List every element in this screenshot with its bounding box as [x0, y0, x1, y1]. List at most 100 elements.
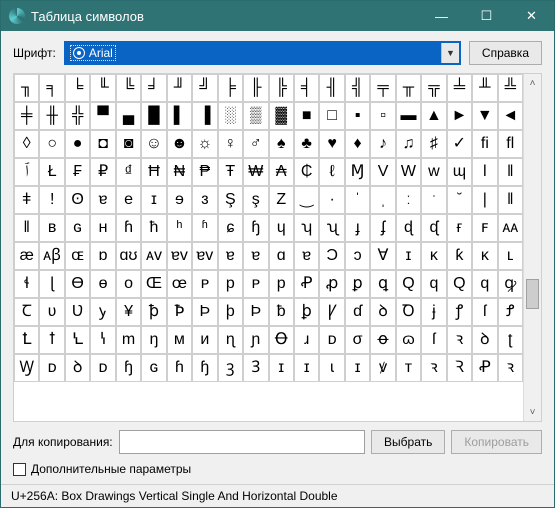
char-cell[interactable]: ɪ	[294, 354, 319, 382]
char-cell[interactable]: Œ	[141, 270, 166, 298]
char-cell[interactable]: ǂ	[14, 186, 39, 214]
char-cell[interactable]: ɧ	[116, 354, 141, 382]
char-cell[interactable]: ʙ	[39, 214, 64, 242]
char-cell[interactable]: Q	[447, 270, 472, 298]
char-cell[interactable]: ■	[294, 102, 319, 130]
char-cell[interactable]: ɷ	[396, 326, 421, 354]
char-cell[interactable]: ˈ	[345, 186, 370, 214]
char-cell[interactable]: ╣	[345, 74, 370, 102]
char-cell[interactable]: ▼	[472, 102, 497, 130]
char-cell[interactable]: ɐ	[90, 186, 115, 214]
char-cell[interactable]: w	[421, 158, 446, 186]
char-cell[interactable]: ▀	[90, 102, 115, 130]
char-cell[interactable]: e	[116, 186, 141, 214]
char-cell[interactable]: p	[269, 270, 294, 298]
char-cell[interactable]: ʄ	[370, 214, 395, 242]
char-cell[interactable]: ᴛ	[396, 354, 421, 382]
maximize-button[interactable]: ☐	[464, 1, 509, 31]
char-cell[interactable]: ◄	[498, 102, 523, 130]
char-cell[interactable]: ꝺ	[370, 298, 395, 326]
char-cell[interactable]: ₣	[65, 158, 90, 186]
char-cell[interactable]: σ	[345, 326, 370, 354]
char-cell[interactable]: ғ	[447, 214, 472, 242]
char-cell[interactable]: ħ	[141, 214, 166, 242]
char-cell[interactable]: ╘	[65, 74, 90, 102]
char-cell[interactable]: ꝇ	[90, 326, 115, 354]
char-cell[interactable]: Þ	[243, 298, 268, 326]
char-cell[interactable]: ╫	[39, 102, 64, 130]
char-cell[interactable]: ᶑ	[421, 214, 446, 242]
char-cell[interactable]: ᴘ	[243, 270, 268, 298]
char-cell[interactable]: Q	[396, 270, 421, 298]
char-cell[interactable]: █	[141, 102, 166, 130]
char-cell[interactable]: ₽	[90, 158, 115, 186]
char-cell[interactable]: Ꝋ	[269, 326, 294, 354]
char-cell[interactable]: ̆	[447, 186, 472, 214]
char-cell[interactable]: ╠	[269, 74, 294, 102]
char-cell[interactable]: ǀ	[472, 158, 497, 186]
char-cell[interactable]: ╟	[243, 74, 268, 102]
char-cell[interactable]: ╡	[294, 74, 319, 102]
char-cell[interactable]: ɑʊ	[116, 242, 141, 270]
char-cell[interactable]: ╥	[396, 74, 421, 102]
char-cell[interactable]: ▲	[421, 102, 446, 130]
scroll-track[interactable]	[524, 92, 541, 403]
minimize-button[interactable]: —	[419, 1, 464, 31]
char-cell[interactable]: ɥ	[269, 214, 294, 242]
char-cell[interactable]: ꝑ	[345, 270, 370, 298]
char-cell[interactable]: ꝫ	[218, 354, 243, 382]
char-cell[interactable]: ₫	[116, 158, 141, 186]
char-cell[interactable]: Ŧ	[218, 158, 243, 186]
char-cell[interactable]: ɢ	[65, 214, 90, 242]
char-cell[interactable]: ▪	[345, 102, 370, 130]
char-cell[interactable]: ꝛ	[447, 326, 472, 354]
char-cell[interactable]: ╪	[14, 102, 39, 130]
char-cell[interactable]: ℓ	[319, 158, 344, 186]
char-cell[interactable]: ɹ	[294, 326, 319, 354]
char-cell[interactable]: ƀ	[269, 298, 294, 326]
char-cell[interactable]: ᴅ	[39, 354, 64, 382]
char-cell[interactable]: ɪ	[269, 354, 294, 382]
char-cell[interactable]: ɪ	[396, 242, 421, 270]
char-cell[interactable]: ◙	[116, 130, 141, 158]
char-cell[interactable]: ɐ	[243, 242, 268, 270]
char-cell[interactable]: ♠	[269, 130, 294, 158]
char-cell[interactable]: ᴋ	[472, 242, 497, 270]
char-cell[interactable]: ᴘ	[192, 270, 217, 298]
char-cell[interactable]: ▬	[396, 102, 421, 130]
char-cell[interactable]: Ꝥ	[167, 298, 192, 326]
char-cell[interactable]: ᴅ	[90, 354, 115, 382]
char-cell[interactable]: Ꝓ	[294, 270, 319, 298]
char-cell[interactable]: Ɐ	[370, 242, 395, 270]
help-button[interactable]: Справка	[469, 41, 542, 65]
char-cell[interactable]: ᴀᴠ	[141, 242, 166, 270]
char-cell[interactable]: ·	[319, 186, 344, 214]
char-cell[interactable]: ᴍ	[167, 326, 192, 354]
char-cell[interactable]: Ɔ	[319, 242, 344, 270]
char-cell[interactable]: Ꝇ	[65, 326, 90, 354]
char-cell[interactable]: ░	[218, 102, 243, 130]
char-cell[interactable]: Ꝺ	[396, 298, 421, 326]
char-cell[interactable]: ₳	[269, 158, 294, 186]
char-cell[interactable]: Ɵ	[65, 270, 90, 298]
char-cell[interactable]: ╚	[116, 74, 141, 102]
char-cell[interactable]: m	[116, 326, 141, 354]
copy-input[interactable]	[119, 430, 365, 454]
char-cell[interactable]: ₩	[243, 158, 268, 186]
char-cell[interactable]: ꝥ	[141, 298, 166, 326]
char-cell[interactable]: ◊	[14, 130, 39, 158]
char-cell[interactable]: ɪ	[345, 354, 370, 382]
char-cell[interactable]: Ꝩ	[319, 298, 344, 326]
char-cell[interactable]: ꝛ	[421, 354, 446, 382]
char-cell[interactable]: Ꝫ	[243, 354, 268, 382]
char-cell[interactable]: ♪	[370, 130, 395, 158]
char-cell[interactable]: ʯ	[319, 214, 344, 242]
char-cell[interactable]: ꝗ	[370, 270, 395, 298]
char-cell[interactable]: ♫	[396, 130, 421, 158]
char-cell[interactable]: V	[370, 158, 395, 186]
char-cell[interactable]: ꝓ	[319, 270, 344, 298]
char-cell[interactable]: ╦	[421, 74, 446, 102]
char-cell[interactable]: ꝺ	[472, 326, 497, 354]
char-cell[interactable]: ʈ	[498, 326, 523, 354]
char-cell[interactable]: ꝺ	[65, 354, 90, 382]
